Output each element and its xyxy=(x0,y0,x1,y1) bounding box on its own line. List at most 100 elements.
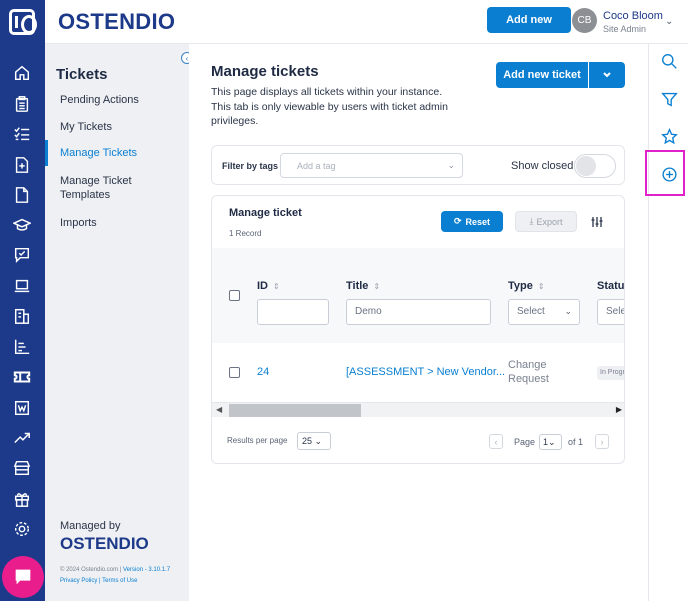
column-header-type[interactable]: Type ⇕ xyxy=(508,280,545,292)
chevron-down-icon: ⌄ xyxy=(548,437,556,447)
ticket-title-link[interactable]: [ASSESSMENT > New Vendor... xyxy=(346,366,505,378)
star-icon[interactable] xyxy=(659,126,679,146)
table-header: ID ⇕ Title ⇕ Type ⇕ Status Demo Select ⌄ Sel… xyxy=(212,248,624,343)
sort-icon[interactable]: ⇕ xyxy=(373,282,380,291)
scroll-left-icon[interactable]: ◀ xyxy=(216,405,222,414)
reset-button[interactable]: ⟳ Reset xyxy=(441,211,503,232)
filter-bar: Filter by tags Add a tag ⌄ Show closed xyxy=(211,145,625,185)
ticket-type: Change Request xyxy=(508,359,549,385)
id-filter-input[interactable] xyxy=(257,299,329,325)
select-all-checkbox[interactable] xyxy=(229,290,240,301)
column-header-title[interactable]: Title ⇕ xyxy=(346,280,380,292)
managed-by-logo: OSTENDIO xyxy=(60,534,149,553)
add-new-ticket-button[interactable]: Add new ticket xyxy=(496,62,588,88)
column-settings-icon[interactable] xyxy=(591,215,603,227)
chevron-down-icon: ⌄ xyxy=(447,160,455,170)
chevron-down-icon[interactable]: ⌄ xyxy=(665,16,673,27)
record-count: 1 Record xyxy=(229,229,262,238)
chevron-down-icon: ⌄ xyxy=(564,306,572,316)
sidebar-item-imports[interactable]: Imports xyxy=(45,216,189,230)
results-per-page-label: Results per page xyxy=(227,436,288,445)
results-per-page-select[interactable]: 25 ⌄ xyxy=(297,432,331,450)
previous-page-button[interactable]: ‹ xyxy=(489,434,503,449)
search-icon[interactable] xyxy=(659,51,679,71)
footer-copyright-text: © 2024 Ostendio.com | xyxy=(60,567,124,573)
page-description: This page displays all tickets within yo… xyxy=(211,86,448,127)
sidebar-item-my-tickets[interactable]: My Tickets xyxy=(45,120,189,134)
page-select[interactable]: 1⌄ xyxy=(539,434,562,450)
footer-version-link[interactable]: Version - 3.10.1.7 xyxy=(123,567,170,573)
sidebar-item-manage-ticket-templates[interactable]: Manage Ticket Templates xyxy=(45,174,135,202)
chevron-down-icon: ⌄ xyxy=(314,436,323,446)
results-per-page-value: 25 xyxy=(302,436,313,446)
right-action-rail xyxy=(648,44,688,601)
tickets-sidebar: ‹ Tickets Pending Actions My Tickets Man… xyxy=(45,44,193,601)
add-new-button[interactable]: Add new xyxy=(487,7,571,33)
add-document-icon[interactable] xyxy=(12,155,32,175)
filter-by-tags-label: Filter by tags xyxy=(222,161,279,171)
column-header-id-label: ID xyxy=(257,280,268,292)
column-header-title-label: Title xyxy=(346,280,369,292)
trending-up-icon[interactable] xyxy=(12,428,32,448)
sidebar-title: Tickets xyxy=(56,66,108,83)
logo-icon[interactable] xyxy=(9,9,37,35)
add-ticket-dropdown-button[interactable] xyxy=(589,62,625,88)
tag-placeholder: Add a tag xyxy=(297,161,336,171)
table-title: Manage ticket xyxy=(229,207,302,219)
home-icon[interactable] xyxy=(12,63,32,83)
tickets-table-card: Manage ticket 1 Record ⟳ Reset ⤓ Export ID… xyxy=(211,195,625,464)
gift-icon[interactable] xyxy=(12,489,32,509)
main-content: Manage tickets This page displays all ti… xyxy=(189,44,648,601)
brand-logo[interactable]: OSTENDIO xyxy=(58,9,175,35)
bar-chart-icon[interactable] xyxy=(12,337,32,357)
settings-icon[interactable] xyxy=(12,519,32,539)
footer-copyright: © 2024 Ostendio.com | Version - 3.10.1.7 xyxy=(60,567,170,573)
column-header-status[interactable]: Status xyxy=(597,280,624,292)
sidebar-item-pending-actions[interactable]: Pending Actions xyxy=(45,93,189,107)
show-closed-toggle[interactable] xyxy=(574,154,616,178)
laptop-icon[interactable] xyxy=(12,276,32,296)
chat-box-icon[interactable] xyxy=(12,245,32,265)
sort-icon[interactable]: ⇕ xyxy=(538,282,545,291)
row-checkbox[interactable] xyxy=(229,367,240,378)
checklist-icon[interactable] xyxy=(12,124,32,144)
next-page-button[interactable]: › xyxy=(595,434,609,449)
column-header-id[interactable]: ID ⇕ xyxy=(257,280,280,292)
column-header-type-label: Type xyxy=(508,280,533,292)
document-icon[interactable] xyxy=(12,185,32,205)
page-of-label: of 1 xyxy=(568,437,584,447)
tag-select-input[interactable]: Add a tag ⌄ xyxy=(280,153,463,178)
user-name[interactable]: Coco Bloom xyxy=(603,10,663,22)
graduation-cap-icon[interactable] xyxy=(12,215,32,235)
ticket-id-link[interactable]: 24 xyxy=(257,366,269,378)
export-button[interactable]: ⤓ Export xyxy=(515,211,577,232)
clipboard-icon[interactable] xyxy=(12,94,32,114)
footer-links[interactable]: Privacy Policy | Terms of Use xyxy=(60,578,137,584)
type-filter-select[interactable]: Select ⌄ xyxy=(508,299,580,325)
top-bar: OSTENDIO Add new CB Coco Bloom Site Admi… xyxy=(45,0,688,44)
add-new-ticket-split-button: Add new ticket xyxy=(496,62,625,88)
managed-by-label: Managed by xyxy=(60,520,121,532)
store-icon[interactable] xyxy=(12,458,32,478)
refresh-icon: ⟳ xyxy=(453,216,462,226)
ticket-icon[interactable] xyxy=(12,367,32,387)
title-filter-input[interactable]: Demo xyxy=(346,299,491,325)
filter-icon[interactable] xyxy=(659,89,679,109)
left-icon-rail xyxy=(0,0,45,601)
scrollbar-thumb[interactable] xyxy=(229,404,361,417)
sidebar-item-manage-tickets[interactable]: Manage Tickets xyxy=(45,140,189,166)
building-icon[interactable] xyxy=(12,306,32,326)
chat-bubble-icon[interactable] xyxy=(2,556,44,598)
word-icon[interactable] xyxy=(12,398,32,418)
export-label: Export xyxy=(536,216,563,227)
scroll-right-icon[interactable]: ▶ xyxy=(616,405,622,414)
chevron-down-icon xyxy=(603,72,611,78)
avatar[interactable]: CB xyxy=(572,8,597,33)
sort-icon[interactable]: ⇕ xyxy=(273,282,280,291)
pagination: Results per page 25 ⌄ ‹ Page 1⌄ of 1 › xyxy=(212,418,624,463)
status-filter-select[interactable]: Select xyxy=(597,299,624,325)
horizontal-scrollbar[interactable]: ◀ ▶ xyxy=(212,402,624,417)
status-badge: In Progress xyxy=(597,366,624,380)
show-closed-label: Show closed xyxy=(511,160,574,172)
type-filter-value: Select xyxy=(517,306,545,317)
